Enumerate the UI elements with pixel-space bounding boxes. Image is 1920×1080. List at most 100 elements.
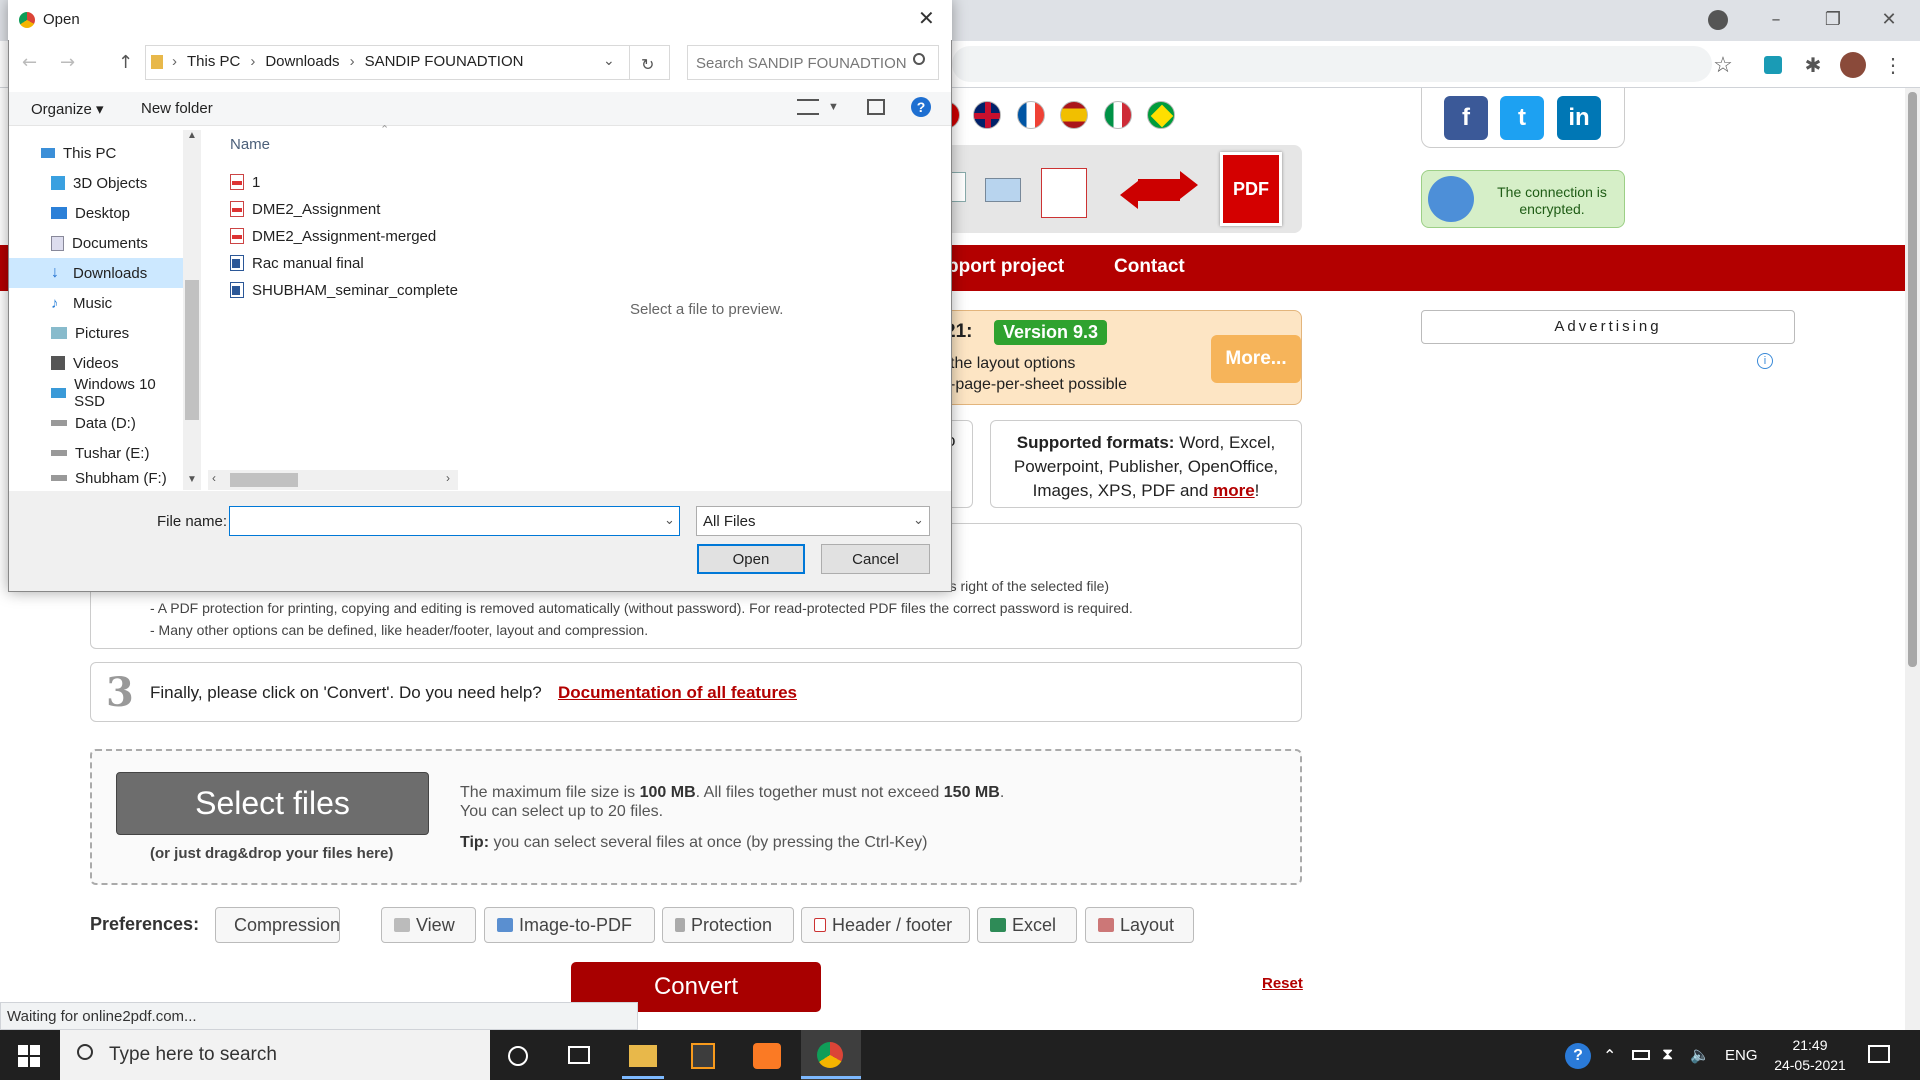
page-scrollbar-thumb[interactable] — [1908, 92, 1917, 667]
omnibox[interactable] — [952, 46, 1712, 82]
file-row[interactable]: Rac manual final — [230, 251, 364, 275]
dialog-close-icon[interactable]: ✕ — [918, 6, 935, 30]
file-explorer-icon[interactable] — [629, 1045, 657, 1067]
breadcrumb-downloads[interactable]: Downloads — [265, 53, 339, 70]
reset-link[interactable]: Reset — [1262, 975, 1303, 992]
flag-fr-icon[interactable] — [1017, 101, 1045, 129]
nav-scroll-down-icon[interactable]: ▼ — [187, 474, 197, 485]
more-button[interactable]: More... — [1211, 335, 1301, 383]
nav-windows-ssd[interactable]: Windows 10 SSD — [9, 376, 184, 410]
up-arrow-icon[interactable]: ↑ — [118, 52, 133, 73]
scroll-right-icon[interactable]: › — [446, 471, 450, 485]
help-tray-icon[interactable]: ? — [1565, 1043, 1591, 1069]
notifications-icon[interactable] — [1868, 1045, 1890, 1063]
nav-desktop[interactable]: Desktop — [9, 198, 184, 228]
select-files-button[interactable]: Select files — [116, 772, 429, 835]
open-button[interactable]: Open — [697, 544, 805, 574]
nav-shubham-f[interactable]: Shubham (F:) — [9, 468, 184, 488]
volume-icon[interactable]: 🔈 — [1690, 1045, 1710, 1064]
linkedin-icon[interactable]: in — [1557, 96, 1601, 140]
flag-uk-icon[interactable] — [973, 101, 1001, 129]
cancel-button[interactable]: Cancel — [821, 544, 930, 574]
file-row[interactable]: SHUBHAM_seminar_complete — [230, 278, 462, 302]
column-header-name[interactable]: Name — [230, 136, 270, 153]
breadcrumb-this-pc[interactable]: This PC — [187, 53, 240, 70]
bookmark-star-icon[interactable]: ☆ — [1710, 52, 1736, 78]
organize-button[interactable]: Organize ▾ — [31, 100, 104, 118]
facebook-icon[interactable]: f — [1444, 96, 1488, 140]
nav-downloads[interactable]: ↓ Downloads — [9, 258, 184, 288]
news-line-2: -page-per-sheet possible — [950, 376, 1127, 393]
file-row[interactable]: DME2_Assignment-merged — [230, 224, 436, 248]
nav-pictures[interactable]: Pictures — [9, 318, 184, 348]
sublime-text-icon[interactable] — [691, 1043, 715, 1069]
nav-music[interactable]: ♪ Music — [9, 288, 184, 318]
help-icon[interactable]: ? — [911, 97, 931, 117]
forward-arrow-icon[interactable]: → — [60, 52, 75, 73]
documentation-link[interactable]: Documentation of all features — [558, 683, 797, 703]
twitter-icon[interactable]: t — [1500, 96, 1544, 140]
menu-kebab-icon[interactable]: ⋮ — [1880, 52, 1906, 78]
nav-scroll-thumb[interactable] — [185, 280, 199, 420]
wifi-icon[interactable]: ⧗ — [1662, 1046, 1673, 1064]
file-name-input[interactable] — [229, 506, 680, 536]
new-folder-button[interactable]: New folder — [141, 100, 213, 117]
breadcrumb-current[interactable]: SANDIP FOUNADTION — [365, 53, 524, 70]
nav-support-project[interactable]: pport project — [947, 256, 1064, 278]
windows-start-icon[interactable] — [18, 1045, 40, 1067]
tab-search-icon[interactable] — [1708, 10, 1728, 30]
task-view-icon[interactable] — [568, 1046, 590, 1064]
pref-view-button[interactable]: View — [381, 907, 476, 943]
preview-pane-icon[interactable] — [867, 99, 885, 115]
pref-header-footer-button[interactable]: Header / footer — [801, 907, 970, 943]
nav-videos[interactable]: Videos — [9, 348, 184, 378]
nav-scroll-up-icon[interactable]: ▲ — [187, 130, 197, 141]
formats-more-link[interactable]: more — [1213, 481, 1255, 500]
cortana-icon[interactable] — [508, 1046, 528, 1066]
extension-icon[interactable] — [1760, 52, 1786, 78]
filter-dropdown-icon[interactable]: ⌄ — [913, 512, 924, 528]
view-options-icon[interactable] — [797, 99, 819, 115]
file-row[interactable]: 1 — [230, 170, 260, 194]
ad-info-icon[interactable]: i — [1757, 353, 1773, 369]
address-dropdown-icon[interactable]: ⌄ — [603, 52, 615, 69]
show-hidden-icons-icon[interactable]: ⌃ — [1603, 1046, 1616, 1065]
file-name-dropdown-icon[interactable]: ⌄ — [664, 512, 675, 528]
pdf-file-icon — [230, 201, 244, 217]
close-window-icon[interactable]: ✕ — [1866, 6, 1912, 34]
flag-br-icon[interactable] — [1147, 101, 1175, 129]
nav-pane-scrollbar[interactable]: ▲ ▼ — [183, 130, 201, 490]
view-dropdown-icon[interactable]: ▼ — [828, 101, 839, 113]
back-arrow-icon[interactable]: ← — [22, 52, 37, 73]
extensions-puzzle-icon[interactable]: ✱ — [1800, 52, 1826, 78]
file-type-filter[interactable]: All Files — [696, 506, 930, 536]
language-indicator[interactable]: ENG — [1725, 1047, 1758, 1064]
dialog-search-input[interactable]: Search SANDIP FOUNADTION — [687, 45, 939, 80]
desktop-icon — [51, 207, 67, 219]
minimize-icon[interactable]: – — [1753, 6, 1799, 34]
pref-excel-button[interactable]: Excel — [977, 907, 1077, 943]
nav-tushar-e[interactable]: Tushar (E:) — [9, 438, 184, 468]
nav-contact[interactable]: Contact — [1114, 256, 1185, 278]
pref-image-to-pdf-button[interactable]: Image-to-PDF — [484, 907, 655, 943]
clock[interactable]: 21:49 24-05-2021 — [1770, 1035, 1850, 1075]
restore-icon[interactable]: ❐ — [1810, 6, 1856, 34]
file-list-hscrollbar[interactable]: ‹ › — [208, 470, 458, 490]
nav-documents[interactable]: Documents — [9, 228, 184, 258]
battery-icon[interactable] — [1632, 1050, 1650, 1060]
nav-3d-objects[interactable]: 3D Objects — [9, 168, 184, 198]
refresh-button[interactable]: ↻ — [630, 45, 670, 80]
hscroll-thumb[interactable] — [230, 473, 298, 487]
flag-es-icon[interactable] — [1060, 101, 1088, 129]
word-file-icon — [230, 282, 244, 298]
nav-data-d[interactable]: Data (D:) — [9, 408, 184, 438]
pref-layout-button[interactable]: Layout — [1085, 907, 1194, 943]
nav-this-pc[interactable]: This PC — [9, 138, 184, 168]
flag-it-icon[interactable] — [1104, 101, 1132, 129]
pref-compression-button[interactable]: Compression — [215, 907, 340, 943]
pref-protection-button[interactable]: Protection — [662, 907, 794, 943]
scroll-left-icon[interactable]: ‹ — [212, 471, 216, 485]
profile-avatar[interactable] — [1840, 52, 1866, 78]
xampp-icon[interactable] — [753, 1043, 781, 1069]
file-row[interactable]: DME2_Assignment — [230, 197, 380, 221]
